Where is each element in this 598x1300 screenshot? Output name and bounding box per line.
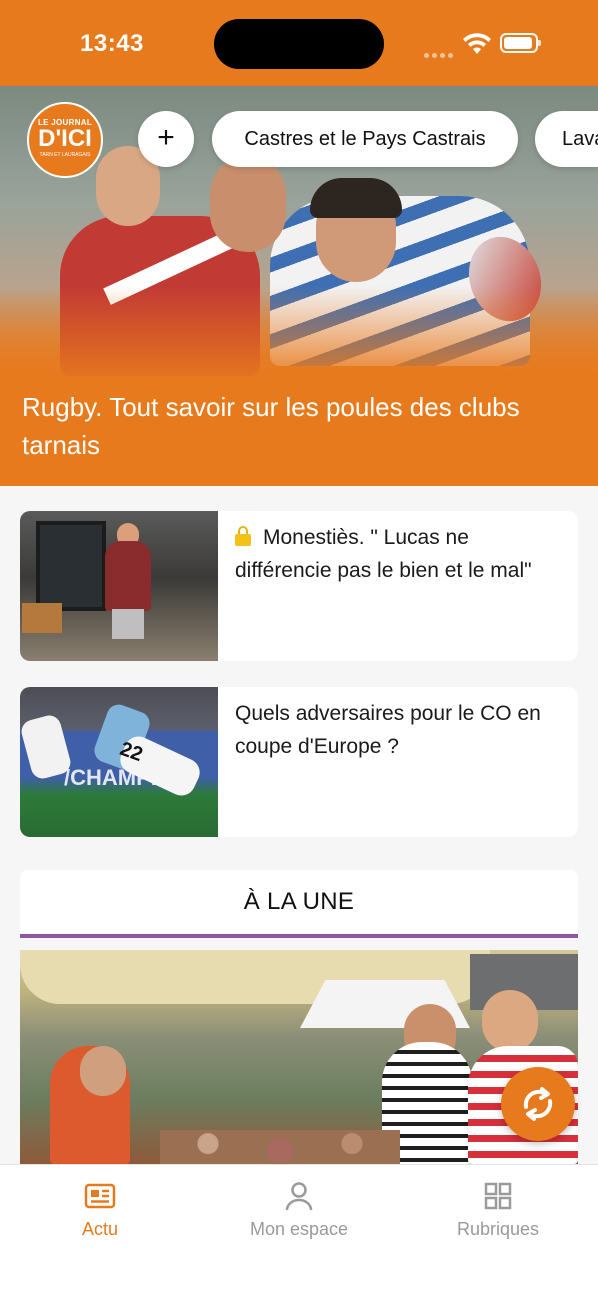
person-icon: [285, 1182, 313, 1211]
tab-rubriques[interactable]: Rubriques: [398, 1179, 598, 1240]
edition-chip-lavaur[interactable]: Lava: [535, 111, 598, 167]
refresh-icon: [523, 1087, 553, 1121]
status-bar: 13:43: [0, 0, 598, 86]
status-time: 13:43: [80, 30, 144, 57]
tab-label: Actu: [81, 1219, 119, 1239]
wifi-icon: [463, 33, 491, 54]
section-header-a-la-une: À LA UNE: [20, 870, 578, 938]
logo-line3: TARN ET LAURAGAIS: [39, 152, 91, 158]
dynamic-island: [214, 19, 384, 69]
article-card[interactable]: /CHAMPION 22 Quels adversaires pour le C…: [20, 687, 578, 837]
article-thumbnail: /CHAMPION 22: [20, 687, 218, 837]
section-title: À LA UNE: [243, 888, 355, 915]
battery-icon: [500, 33, 541, 53]
tab-label: Mon espace: [249, 1219, 349, 1239]
bottom-tab-bar: Actu Mon espace Rubriques: [0, 1164, 598, 1300]
newspaper-icon: [84, 1183, 116, 1209]
grid-icon: [484, 1182, 512, 1210]
featured-article-image[interactable]: [20, 950, 578, 1164]
edition-chip-castres[interactable]: Castres et le Pays Castrais: [212, 111, 518, 167]
tab-actu[interactable]: Actu: [0, 1179, 200, 1240]
logo-line2: D'ICI: [38, 125, 92, 152]
tab-label: Rubriques: [456, 1219, 540, 1239]
article-card[interactable]: Monestiès. " Lucas ne différencie pas le…: [20, 511, 578, 661]
hero-title: Rugby. Tout savoir sur les poules des cl…: [22, 392, 520, 460]
journal-logo[interactable]: LE JOURNAL D'ICI TARN ET LAURAGAIS: [27, 102, 103, 178]
article-thumbnail: [20, 511, 218, 661]
article-title: Quels adversaires pour le CO en coupe d'…: [235, 702, 541, 758]
lock-icon: [235, 526, 251, 546]
tab-mon-espace[interactable]: Mon espace: [199, 1179, 399, 1240]
add-edition-button[interactable]: +: [138, 111, 194, 167]
article-title: Monestiès. " Lucas ne différencie pas le…: [235, 526, 532, 582]
cellular-signal-icon: [424, 45, 458, 58]
refresh-button[interactable]: [501, 1067, 575, 1141]
